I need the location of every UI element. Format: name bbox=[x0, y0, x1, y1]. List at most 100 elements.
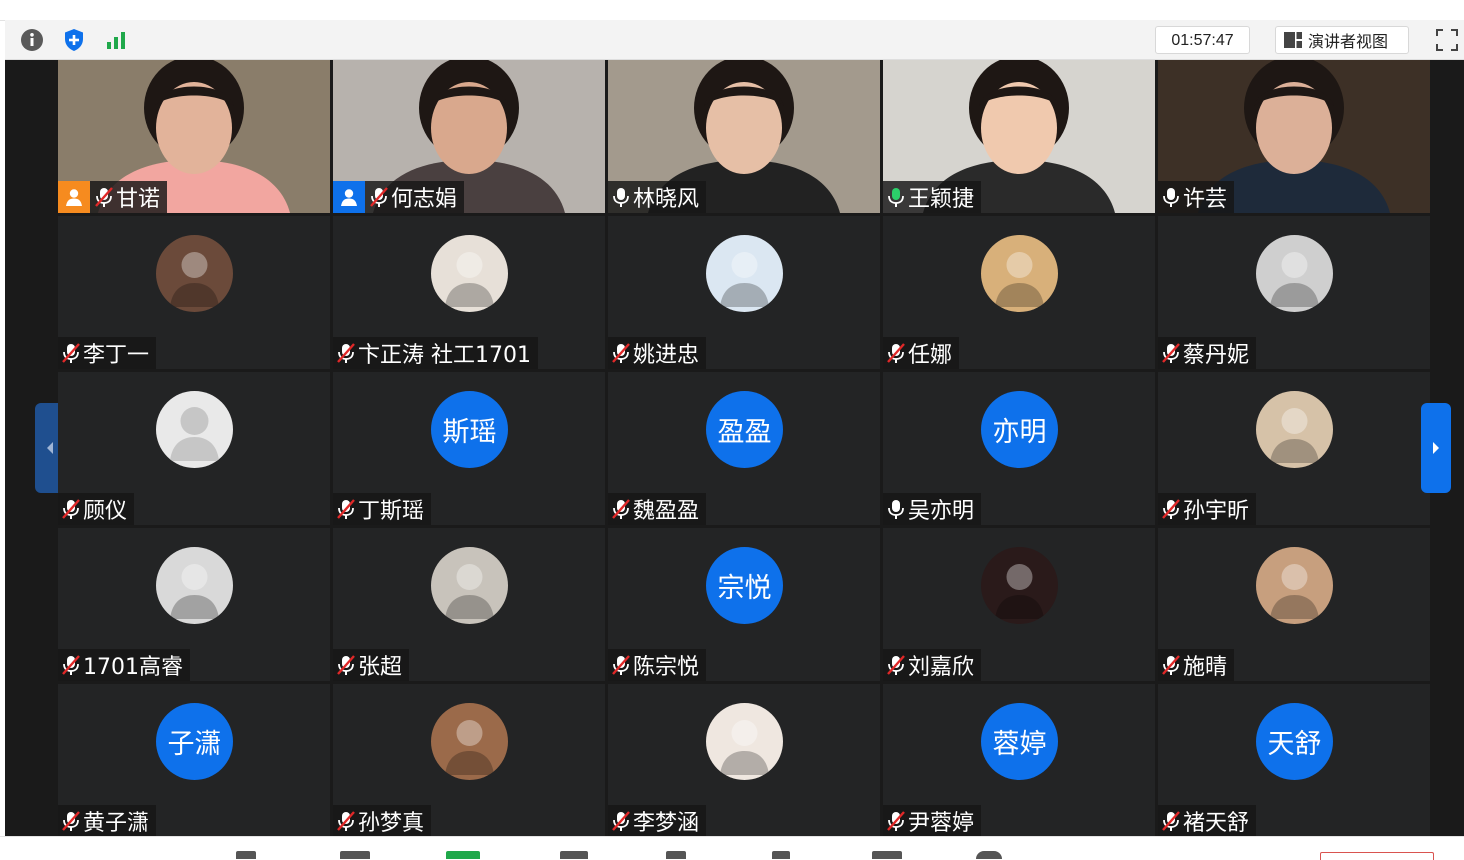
participant-name-tag: 何志娟 bbox=[333, 181, 465, 213]
participant-tile[interactable]: 亦明吴亦明 bbox=[883, 372, 1155, 525]
participant-name: 甘诺 bbox=[116, 187, 161, 212]
mic-muted-icon bbox=[1162, 499, 1180, 519]
participant-tile[interactable]: 王颖捷 bbox=[883, 60, 1155, 213]
participant-name-tag: 张超 bbox=[333, 649, 410, 681]
participant-name-tag: 1701高睿 bbox=[58, 649, 190, 681]
shield-icon[interactable] bbox=[62, 28, 86, 52]
participant-name: 陈宗悦 bbox=[633, 655, 700, 680]
mic-muted-icon bbox=[337, 499, 355, 519]
mic-muted-icon bbox=[1162, 655, 1180, 675]
participant-tile[interactable]: 顾仪 bbox=[58, 372, 330, 525]
participant-tile[interactable]: 宗悦陈宗悦 bbox=[608, 528, 880, 681]
participant-name: 孙梦真 bbox=[358, 811, 425, 836]
mic-muted-icon bbox=[370, 187, 388, 207]
mic-muted-icon bbox=[62, 343, 80, 363]
mic-muted-icon bbox=[887, 343, 905, 363]
participant-name: 卞正涛 社工1701 bbox=[358, 343, 531, 368]
participant-tile[interactable]: 李梦涵 bbox=[608, 684, 880, 837]
mic-muted-icon bbox=[62, 655, 80, 675]
fullscreen-icon[interactable] bbox=[1433, 26, 1461, 54]
mic-muted-icon bbox=[1162, 343, 1180, 363]
participant-tile[interactable]: 盈盈 魏盈盈 bbox=[608, 372, 880, 525]
participant-grid: 甘诺 何志娟 林晓风 王颖捷 许芸李丁一 卞正涛 社工1701 姚进忠 任娜 蔡丹妮顾仪 斯瑶 丁斯… bbox=[58, 60, 1432, 837]
mic-muted-icon bbox=[612, 499, 630, 519]
participant-tile[interactable]: 张超 bbox=[333, 528, 605, 681]
participant-tile[interactable]: 姚进忠 bbox=[608, 216, 880, 369]
participant-tile[interactable]: 林晓风 bbox=[608, 60, 880, 213]
participant-name: 张超 bbox=[358, 655, 403, 680]
participant-tile[interactable]: 斯瑶 丁斯瑶 bbox=[333, 372, 605, 525]
participant-tile[interactable]: 1701高睿 bbox=[58, 528, 330, 681]
participant-name-tag: 丁斯瑶 bbox=[333, 493, 432, 525]
participant-tile[interactable]: 蓉婷尹蓉婷 bbox=[883, 684, 1155, 837]
speaker-view-button[interactable]: 演讲者视图 bbox=[1275, 26, 1409, 54]
mic-muted-icon bbox=[62, 499, 80, 519]
participant-name: 王颖捷 bbox=[908, 187, 975, 212]
mic-icon bbox=[888, 500, 904, 519]
meeting-timer: 01:57:47 bbox=[1155, 26, 1250, 54]
participant-tile[interactable]: 子潇 黄子潇 bbox=[58, 684, 330, 837]
participant-tile[interactable]: 何志娟 bbox=[333, 60, 605, 213]
mic-muted-icon bbox=[612, 655, 630, 675]
participant-tile[interactable]: 许芸 bbox=[1158, 60, 1430, 213]
participant-tile[interactable]: 施晴 bbox=[1158, 528, 1430, 681]
info-icon[interactable] bbox=[20, 28, 44, 52]
participant-name: 吴亦明 bbox=[908, 499, 975, 524]
chevron-right-icon bbox=[1433, 442, 1439, 454]
participant-name-tag: 吴亦明 bbox=[883, 493, 982, 525]
mic-muted-icon bbox=[612, 811, 630, 831]
participant-tile[interactable]: 任娜 bbox=[883, 216, 1155, 369]
participant-name: 尹蓉婷 bbox=[908, 811, 975, 836]
speaker-view-label: 演讲者视图 bbox=[1308, 32, 1389, 51]
participant-name-tag: 姚进忠 bbox=[608, 337, 707, 369]
participant-tile[interactable]: 李丁一 bbox=[58, 216, 330, 369]
avatar bbox=[981, 235, 1058, 312]
participant-name-tag: 褚天舒 bbox=[1158, 805, 1257, 837]
participant-name-tag: 蔡丹妮 bbox=[1158, 337, 1257, 369]
speaker-view-icon bbox=[1284, 32, 1302, 48]
mic-muted-icon bbox=[887, 655, 905, 675]
participant-name: 施晴 bbox=[1183, 655, 1228, 680]
participant-tile[interactable]: 孙梦真 bbox=[333, 684, 605, 837]
participant-name: 刘嘉欣 bbox=[908, 655, 975, 680]
participant-tile[interactable]: 孙宇昕 bbox=[1158, 372, 1430, 525]
participant-tile[interactable]: 蔡丹妮 bbox=[1158, 216, 1430, 369]
participant-name: 李丁一 bbox=[83, 343, 150, 368]
participant-name-tag: 魏盈盈 bbox=[608, 493, 707, 525]
mic-muted-icon bbox=[612, 343, 630, 363]
mic-muted-icon bbox=[62, 811, 80, 831]
participant-name-tag: 顾仪 bbox=[58, 493, 135, 525]
participant-name-tag: 施晴 bbox=[1158, 649, 1235, 681]
participant-name: 黄子潇 bbox=[83, 811, 150, 836]
participant-name: 李梦涵 bbox=[633, 811, 700, 836]
participant-tile[interactable]: 卞正涛 社工1701 bbox=[333, 216, 605, 369]
participant-name-tag: 许芸 bbox=[1158, 181, 1235, 213]
participant-name: 何志娟 bbox=[391, 187, 458, 212]
participant-tile[interactable]: 刘嘉欣 bbox=[883, 528, 1155, 681]
participant-name: 丁斯瑶 bbox=[358, 499, 425, 524]
avatar-initials: 亦明 bbox=[981, 391, 1058, 468]
participant-name-tag: 卞正涛 社工1701 bbox=[333, 337, 538, 369]
participant-tile[interactable]: 天舒 褚天舒 bbox=[1158, 684, 1430, 837]
participant-name: 林晓风 bbox=[633, 187, 700, 212]
avatar-initials: 宗悦 bbox=[706, 547, 783, 624]
avatar bbox=[1256, 235, 1333, 312]
avatar bbox=[156, 235, 233, 312]
participant-name-tag: 林晓风 bbox=[608, 181, 707, 213]
mic-muted-icon bbox=[1162, 811, 1180, 831]
signal-bars-icon[interactable] bbox=[104, 28, 128, 52]
avatar bbox=[431, 703, 508, 780]
participant-tile[interactable]: 甘诺 bbox=[58, 60, 330, 213]
mic-muted-icon bbox=[95, 187, 113, 207]
avatar bbox=[981, 547, 1058, 624]
mic-muted-icon bbox=[887, 811, 905, 831]
participant-name-tag: 李丁一 bbox=[58, 337, 157, 369]
next-page-button[interactable] bbox=[1421, 403, 1451, 493]
participant-name: 褚天舒 bbox=[1183, 811, 1250, 836]
participant-name-tag: 王颖捷 bbox=[883, 181, 982, 213]
end-meeting-button[interactable] bbox=[1320, 852, 1434, 860]
avatar-initials: 蓉婷 bbox=[981, 703, 1058, 780]
mic-muted-icon bbox=[337, 655, 355, 675]
chevron-left-icon bbox=[47, 442, 53, 454]
participant-name: 1701高睿 bbox=[83, 655, 183, 680]
